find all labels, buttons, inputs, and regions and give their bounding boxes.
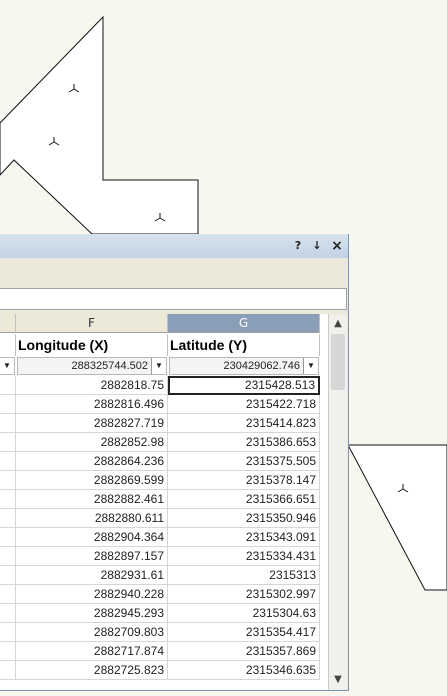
- table-rows: 2882818.75 2315428.513 2882816.496 2315422.…: [0, 376, 328, 680]
- vertical-scrollbar[interactable]: ▲ ▼: [328, 314, 347, 690]
- table-cell-longitude[interactable]: 2882880.611: [16, 509, 168, 528]
- table-cell[interactable]: [0, 528, 16, 547]
- help-button[interactable]: ?: [290, 238, 306, 254]
- table-cell-latitude[interactable]: 2315346.635: [168, 661, 320, 680]
- pin-icon[interactable]: ↓: [309, 238, 325, 254]
- table-row[interactable]: 2882816.496 2315422.718: [0, 395, 328, 414]
- attribute-table-panel: ? ↓ × F G Longitude (X) Latitude (Y) ▼ 2…: [0, 234, 349, 691]
- table-cell-latitude[interactable]: 2315302.997: [168, 585, 320, 604]
- table-cell-latitude[interactable]: 2315414.823: [168, 414, 320, 433]
- table-cell-latitude[interactable]: 2315357.869: [168, 642, 320, 661]
- table-row[interactable]: 2882717.874 2315357.869: [0, 642, 328, 661]
- table-cell-latitude[interactable]: 2315375.505: [168, 452, 320, 471]
- column-header-e[interactable]: [0, 314, 16, 333]
- panel-toolbar: [0, 258, 348, 286]
- table-row[interactable]: 2882869.599 2315378.147: [0, 471, 328, 490]
- table-row[interactable]: 2882827.719 2315414.823: [0, 414, 328, 433]
- chevron-down-icon[interactable]: ▼: [329, 672, 347, 688]
- table-cell-latitude[interactable]: 2315386.653: [168, 433, 320, 452]
- formula-bar-input[interactable]: [0, 288, 347, 310]
- table-cell-latitude[interactable]: 2315350.946: [168, 509, 320, 528]
- filter-value-longitude: 288325744.502: [71, 360, 148, 372]
- table-cell-latitude[interactable]: 2315313: [168, 566, 320, 585]
- filter-cell-longitude[interactable]: 288325744.502 ▼: [17, 357, 167, 375]
- table-cell[interactable]: [0, 395, 16, 414]
- table-row[interactable]: 2882818.75 2315428.513: [0, 376, 328, 395]
- table-cell-latitude[interactable]: 2315354.417: [168, 623, 320, 642]
- table-row[interactable]: 2882709.803 2315354.417: [0, 623, 328, 642]
- filter-dropdown-icon[interactable]: ▼: [303, 358, 318, 374]
- table-row[interactable]: 2882725.823 2315346.635: [0, 661, 328, 680]
- table-cell-longitude[interactable]: 2882864.236: [16, 452, 168, 471]
- column-header-f[interactable]: F: [16, 314, 168, 333]
- table-cell[interactable]: [0, 452, 16, 471]
- field-name-latitude: Latitude (Y): [168, 334, 320, 356]
- filter-cell-latitude[interactable]: 230429062.746 ▼: [169, 357, 319, 375]
- table-cell-longitude[interactable]: 2882827.719: [16, 414, 168, 433]
- field-name-longitude: Longitude (X): [16, 334, 168, 356]
- table-cell-longitude[interactable]: 2882869.599: [16, 471, 168, 490]
- chevron-up-icon[interactable]: ▲: [329, 316, 347, 332]
- table-cell[interactable]: [0, 604, 16, 623]
- table-row[interactable]: 2882904.364 2315343.091: [0, 528, 328, 547]
- filter-value-latitude: 230429062.746: [223, 360, 300, 372]
- table-cell-longitude[interactable]: 2882945.293: [16, 604, 168, 623]
- table-row[interactable]: 2882940.228 2315302.997: [0, 585, 328, 604]
- table-cell-latitude[interactable]: 2315366.651: [168, 490, 320, 509]
- filter-cell-e[interactable]: ▼: [0, 357, 15, 375]
- panel-title-bar[interactable]: ? ↓ ×: [0, 234, 348, 258]
- table-cell[interactable]: [0, 566, 16, 585]
- table-cell[interactable]: [0, 661, 16, 680]
- table-row[interactable]: 2882945.293 2315304.63: [0, 604, 328, 623]
- table-row[interactable]: 2882864.236 2315375.505: [0, 452, 328, 471]
- table-cell-latitude[interactable]: 2315422.718: [168, 395, 320, 414]
- column-header-g[interactable]: G: [168, 314, 320, 333]
- filter-dropdown-icon[interactable]: ▼: [0, 358, 14, 374]
- table-cell-longitude[interactable]: 2882816.496: [16, 395, 168, 414]
- table-cell-latitude[interactable]: 2315378.147: [168, 471, 320, 490]
- table-cell-longitude[interactable]: 2882904.364: [16, 528, 168, 547]
- filter-dropdown-icon[interactable]: ▼: [151, 358, 166, 374]
- field-name-e: [0, 334, 16, 356]
- table-row[interactable]: 2882852.98 2315386.653: [0, 433, 328, 452]
- table-cell-longitude[interactable]: 2882725.823: [16, 661, 168, 680]
- table-cell[interactable]: [0, 547, 16, 566]
- table-cell-longitude[interactable]: 2882818.75: [16, 376, 168, 395]
- table-cell[interactable]: [0, 623, 16, 642]
- table-row[interactable]: 2882897.157 2315334.431: [0, 547, 328, 566]
- table-cell-longitude[interactable]: 2882852.98: [16, 433, 168, 452]
- table-cell[interactable]: [0, 471, 16, 490]
- table-cell-latitude[interactable]: 2315343.091: [168, 528, 320, 547]
- table-cell[interactable]: [0, 642, 16, 661]
- table-row[interactable]: 2882882.461 2315366.651: [0, 490, 328, 509]
- table-cell-longitude[interactable]: 2882897.157: [16, 547, 168, 566]
- table-cell-latitude[interactable]: 2315304.63: [168, 604, 320, 623]
- table-cell[interactable]: [0, 585, 16, 604]
- table-cell[interactable]: [0, 509, 16, 528]
- table-row[interactable]: 2882880.611 2315350.946: [0, 509, 328, 528]
- table-cell-longitude[interactable]: 2882717.874: [16, 642, 168, 661]
- table-cell-longitude[interactable]: 2882931.61: [16, 566, 168, 585]
- table-row[interactable]: 2882931.61 2315313: [0, 566, 328, 585]
- table-cell[interactable]: [0, 433, 16, 452]
- table-cell[interactable]: [0, 376, 16, 395]
- scrollbar-thumb[interactable]: [331, 334, 345, 390]
- table-cell[interactable]: [0, 414, 16, 433]
- table-cell-longitude[interactable]: 2882709.803: [16, 623, 168, 642]
- table-cell-latitude[interactable]: 2315334.431: [168, 547, 320, 566]
- close-button[interactable]: ×: [329, 238, 345, 254]
- data-grid[interactable]: F G Longitude (X) Latitude (Y) ▼ 2883257…: [0, 314, 328, 690]
- table-cell-longitude[interactable]: 2882882.461: [16, 490, 168, 509]
- table-cell-latitude-selected[interactable]: 2315428.513: [168, 376, 320, 395]
- table-cell[interactable]: [0, 490, 16, 509]
- table-cell-longitude[interactable]: 2882940.228: [16, 585, 168, 604]
